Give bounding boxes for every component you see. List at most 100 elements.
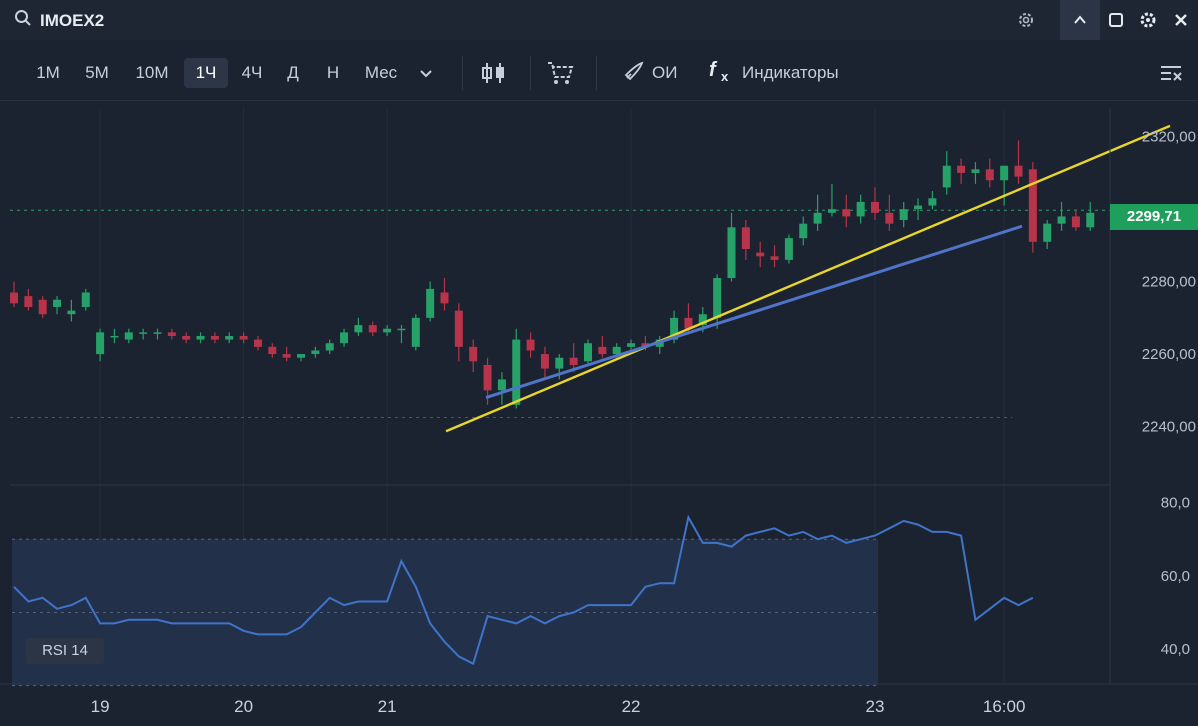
timeframe-month[interactable]: Мес (354, 58, 408, 88)
ticker-name[interactable]: IMOEX2 (40, 11, 104, 31)
candle-up (311, 350, 320, 355)
candle-down (770, 256, 779, 260)
price-tick-label: 2280,00 (1142, 274, 1196, 291)
timeframe-5m[interactable]: 5М (76, 58, 118, 88)
candle-up (196, 335, 205, 340)
candle-up (942, 165, 951, 188)
candle-up (784, 238, 793, 260)
indicators-button[interactable]: fx Индикаторы (708, 58, 839, 88)
candle-up (139, 332, 148, 334)
indicators-label: Индикаторы (742, 63, 839, 82)
window-restore-icon[interactable] (1100, 0, 1132, 40)
candle-up (856, 201, 865, 217)
price-tick-label: 2260,00 (1142, 346, 1196, 363)
candle-up (914, 205, 923, 210)
candle-up (1057, 216, 1066, 224)
toolbar-divider (530, 56, 531, 90)
plot-background (0, 108, 1110, 684)
timeframe-10m[interactable]: 10М (126, 58, 178, 88)
rsi-line (13, 514, 1034, 666)
candle-down (253, 339, 262, 347)
candle-down (684, 317, 693, 329)
candle-up (584, 343, 592, 362)
candle-down (1028, 169, 1037, 242)
candle-down (268, 346, 277, 355)
candle-down (569, 357, 578, 365)
candle-down (167, 332, 176, 336)
candle-down (469, 346, 478, 362)
oi-button[interactable]: ОИ (622, 58, 677, 88)
timeframe-4h[interactable]: 4Ч (232, 58, 272, 88)
timeframe-1h[interactable]: 1Ч (184, 58, 228, 88)
candle-up (627, 343, 636, 347)
candle-up (297, 354, 305, 358)
cart-icon[interactable] (546, 58, 574, 88)
gear-icon[interactable] (1132, 0, 1164, 40)
close-icon[interactable] (1164, 0, 1198, 40)
candle-down (1014, 165, 1023, 177)
search-icon[interactable] (14, 9, 32, 32)
grid (99, 108, 1005, 684)
rsi-indicator-label[interactable]: RSI 14 (26, 638, 104, 664)
candle-down (756, 252, 765, 257)
candle-up (53, 299, 62, 307)
candle-up (655, 339, 664, 347)
rsi-band (12, 539, 878, 686)
timeframe-day[interactable]: Д (278, 58, 308, 88)
candle-up (96, 332, 105, 355)
time-axis-labels: 19 20 21 22 23 16:00 (91, 697, 1026, 716)
candle-up (153, 332, 162, 334)
candle-up (354, 325, 363, 333)
ticker-search[interactable]: IMOEX2 (14, 9, 104, 32)
candle-up (799, 223, 808, 239)
svg-text:x: x (721, 69, 729, 84)
candle-up (225, 335, 234, 340)
collapse-chevron-icon[interactable] (1060, 0, 1100, 40)
timeframe-1m[interactable]: 1М (28, 58, 68, 88)
candle-up (827, 209, 836, 213)
price-tick-label: 2240,00 (1142, 419, 1196, 436)
candle-down (10, 292, 18, 304)
candle-up (670, 317, 679, 340)
candle-up (1086, 212, 1095, 228)
price-axis-labels: 2320,002300,002280,002260,002240,00 (1142, 129, 1196, 436)
rsi-tick-label: 80,0 (1161, 495, 1190, 512)
last-price-tag: 2299,71 (1110, 204, 1198, 230)
blue-trendline (485, 224, 1023, 399)
dropdown-chevron-icon[interactable] (416, 58, 436, 88)
candle-up (497, 379, 506, 391)
candle-up (555, 357, 564, 369)
timeframe-week[interactable]: Н (318, 58, 348, 88)
candle-up (899, 209, 908, 221)
candle-down (282, 354, 291, 358)
candle-down (540, 354, 549, 369)
candle-up (813, 212, 822, 224)
price-chart[interactable]: 2320,002300,002280,002260,002240,00 80,0… (0, 0, 1198, 726)
time-tick-label: 19 (91, 697, 110, 716)
candle-up (124, 332, 133, 340)
candle-down (440, 292, 449, 304)
rsi-panel (12, 514, 1034, 687)
candle-down (842, 209, 851, 217)
menu-lines-icon[interactable] (1158, 58, 1184, 88)
candle-down (239, 335, 248, 340)
candle-down (957, 165, 966, 173)
candle-up (110, 335, 119, 338)
candle-up (325, 343, 334, 351)
candle-up (1000, 165, 1009, 181)
candle-up (1043, 223, 1052, 242)
candle-up (340, 332, 349, 344)
rsi-axis-labels: 80,0 60,0 40,0 (1161, 495, 1190, 658)
candle-up (727, 227, 736, 279)
candle-down (526, 339, 535, 351)
candle-up (411, 317, 420, 347)
function-icon: fx (708, 58, 736, 89)
candle-up (698, 314, 707, 326)
candle-down (182, 335, 191, 340)
time-tick-label: 21 (378, 697, 397, 716)
settings-gear-icon[interactable] (1006, 0, 1046, 40)
candle-down (741, 227, 750, 250)
trendlines (445, 124, 1171, 433)
candles-icon[interactable] (480, 58, 508, 88)
candles (10, 140, 1095, 409)
